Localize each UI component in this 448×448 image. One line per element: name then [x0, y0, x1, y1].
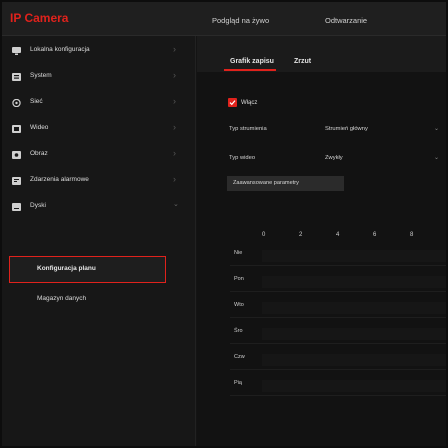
advanced-params-button[interactable]: Zaawansowane parametry — [227, 176, 344, 191]
schedule-day-row[interactable]: Wto — [230, 298, 446, 318]
sidebar-item-alarm-events[interactable]: Zdarzenia alarmowe › — [2, 174, 196, 192]
tab-playback[interactable]: Odtwarzanie — [325, 16, 367, 25]
day-label: Czw — [234, 354, 245, 360]
sidebar-item-label: Lokalna konfiguracja — [30, 46, 90, 53]
video-type-select[interactable]: Zwykły ⌄ — [321, 152, 445, 166]
advanced-params-label: Zaawansowane parametry — [233, 180, 299, 186]
day-timeline[interactable] — [262, 380, 446, 392]
day-label: Pią — [234, 380, 242, 386]
schedule-day-row[interactable]: Pią — [230, 376, 446, 396]
sidebar-subitem-schedule-config[interactable]: Konfiguracja planu — [9, 256, 166, 283]
chevron-down-icon: ⌄ — [433, 155, 439, 161]
disk-icon — [12, 203, 21, 211]
video-type-value: Zwykły — [325, 155, 343, 161]
check-icon — [229, 100, 236, 106]
sidebar-item-local-config[interactable]: Lokalna konfiguracja › — [2, 44, 196, 62]
image-icon — [12, 151, 21, 159]
schedule-day-row[interactable]: Czw — [230, 350, 446, 370]
alarm-icon — [12, 177, 21, 185]
sidebar-item-label: Wideo — [30, 124, 49, 131]
hour-tick: 8 — [410, 232, 414, 238]
chevron-right-icon: › — [173, 174, 176, 184]
sidebar-item-network[interactable]: Sieć › — [2, 96, 196, 114]
chevron-right-icon: › — [173, 148, 176, 158]
sidebar: Lokalna konfiguracja › System › Sieć › W… — [2, 36, 196, 446]
sidebar-subitem-label: Konfiguracja planu — [37, 265, 96, 272]
sidebar-subitem-label: Magazyn danych — [37, 295, 87, 302]
chevron-down-icon: ⌄ — [173, 201, 179, 208]
chevron-right-icon: › — [173, 44, 176, 54]
sidebar-subitem-data-storage[interactable]: Magazyn danych — [2, 293, 196, 311]
day-timeline[interactable] — [262, 276, 446, 288]
day-label: Nie — [234, 250, 243, 256]
sidebar-item-label: Obraz — [30, 150, 48, 157]
network-icon — [12, 99, 21, 107]
day-timeline[interactable] — [262, 250, 446, 262]
sidebar-item-label: System — [30, 72, 52, 79]
stream-type-value: Strumień główny — [325, 126, 368, 132]
sidebar-item-label: Sieć — [30, 98, 43, 105]
sidebar-item-disks[interactable]: Dyski ⌄ — [2, 200, 196, 218]
sidebar-item-image[interactable]: Obraz › — [2, 148, 196, 166]
tab-record-schedule[interactable]: Grafik zapisu — [230, 58, 274, 65]
enable-label: Włącz — [241, 100, 258, 106]
day-label: Wto — [234, 302, 244, 308]
day-label: Pon — [234, 276, 244, 282]
day-timeline[interactable] — [262, 328, 446, 340]
monitor-icon — [12, 47, 21, 55]
day-label: Śro — [234, 328, 243, 334]
top-bar: IP Camera Podgląd na żywo Odtwarzanie — [2, 2, 446, 36]
tab-bar: Grafik zapisu Zrzut — [197, 36, 446, 72]
enable-checkbox[interactable] — [228, 98, 237, 107]
app-brand: IP Camera — [10, 11, 69, 25]
sidebar-item-video[interactable]: Wideo › — [2, 122, 196, 140]
active-tab-indicator — [224, 69, 276, 71]
sidebar-item-label: Dyski — [30, 202, 46, 209]
stream-type-label: Typ strumienia — [229, 126, 267, 132]
video-type-label: Typ wideo — [229, 155, 256, 161]
tab-snapshot[interactable]: Zrzut — [294, 58, 311, 65]
chevron-down-icon: ⌄ — [433, 126, 439, 132]
stream-type-select[interactable]: Strumień główny ⌄ — [321, 123, 445, 137]
schedule-day-row[interactable]: Pon — [230, 272, 446, 292]
sidebar-item-label: Zdarzenia alarmowe — [30, 176, 89, 183]
hour-tick: 4 — [336, 232, 340, 238]
chevron-right-icon: › — [173, 96, 176, 106]
chevron-right-icon: › — [173, 122, 176, 132]
sidebar-item-system[interactable]: System › — [2, 70, 196, 88]
main-panel: Grafik zapisu Zrzut Włącz Typ strumienia… — [197, 36, 446, 446]
day-timeline[interactable] — [262, 354, 446, 366]
schedule-grid[interactable]: Nie Pon Wto Śro Czw Pią — [230, 246, 446, 416]
schedule-day-row[interactable]: Nie — [230, 246, 446, 266]
system-icon — [12, 73, 21, 81]
hour-tick: 2 — [299, 232, 303, 238]
day-timeline[interactable] — [262, 302, 446, 314]
tab-live-view[interactable]: Podgląd na żywo — [212, 16, 269, 25]
hour-tick: 6 — [373, 232, 377, 238]
chevron-right-icon: › — [173, 70, 176, 80]
video-icon — [12, 125, 21, 133]
app-window: IP Camera Podgląd na żywo Odtwarzanie Lo… — [2, 2, 446, 446]
schedule-day-row[interactable]: Śro — [230, 324, 446, 344]
hour-tick: 0 — [262, 232, 266, 238]
